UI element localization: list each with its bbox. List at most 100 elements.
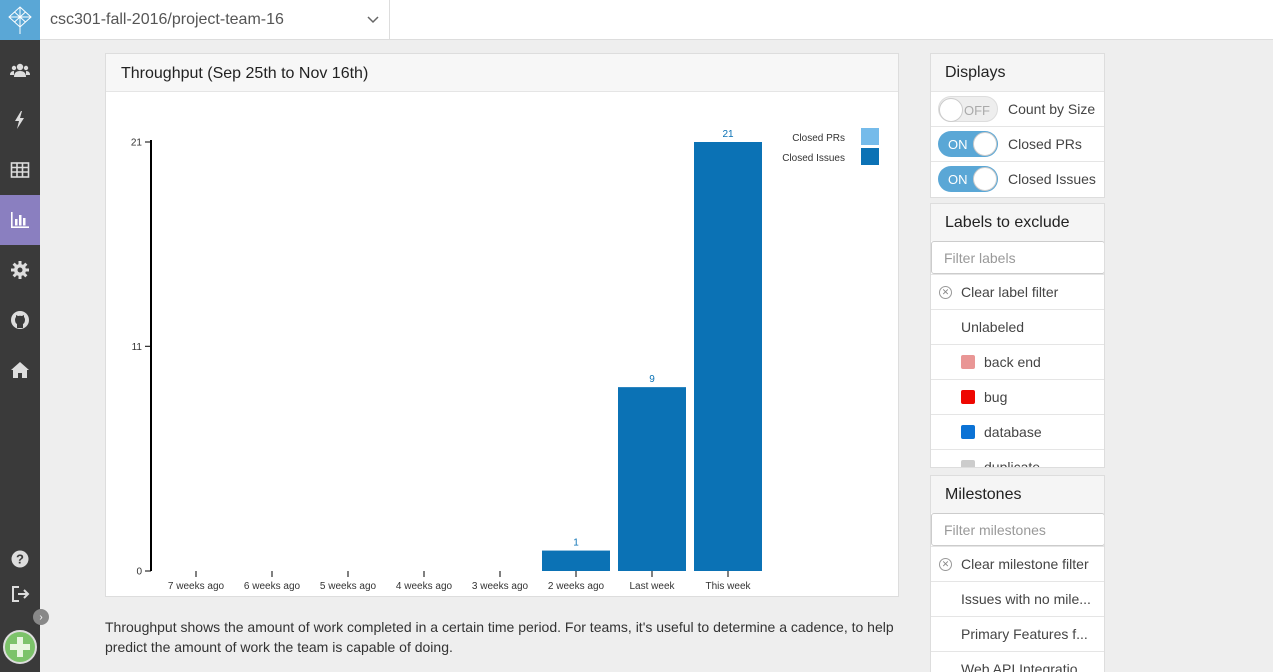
- nav-activity[interactable]: [0, 95, 40, 145]
- help-icon: ?: [11, 550, 29, 568]
- toggle-knob: [973, 132, 997, 156]
- filter-milestones-input[interactable]: [931, 513, 1104, 546]
- y-tick-label: 21: [131, 138, 143, 149]
- bar-closed-issues: [618, 387, 686, 571]
- toggle-knob: [939, 98, 963, 122]
- y-tick-label: 11: [132, 342, 143, 353]
- x-tick-label: 4 weeks ago: [396, 581, 453, 592]
- clear-milestone-text: Clear milestone filter: [961, 556, 1089, 572]
- clear-icon: ✕: [939, 557, 952, 571]
- label-item-bug[interactable]: bug: [931, 379, 1104, 414]
- nav-table[interactable]: [0, 145, 40, 195]
- nav-reports[interactable]: [0, 195, 40, 245]
- milestone-name: Issues with no mile...: [961, 591, 1091, 607]
- toggle-row-count-by-size: OFF Count by Size: [931, 91, 1104, 126]
- label-item-back-end[interactable]: back end: [931, 344, 1104, 379]
- milestone-item[interactable]: Primary Features f...: [931, 616, 1104, 651]
- closed-prs-toggle[interactable]: ON: [938, 131, 998, 157]
- legend-swatch: [861, 148, 879, 165]
- repo-select[interactable]: csc301-fall-2016/project-team-16: [40, 0, 390, 40]
- bar-closed-issues: [694, 142, 762, 571]
- nav-team[interactable]: [0, 45, 40, 95]
- label-swatch: [961, 390, 975, 404]
- toggle-knob: [973, 167, 997, 191]
- topbar: csc301-fall-2016/project-team-16: [40, 0, 1273, 40]
- milestone-name: Web API Integratio...: [961, 661, 1090, 672]
- toggle-label: Count by Size: [1008, 101, 1096, 117]
- logo-icon: [8, 6, 32, 34]
- toggle-state: OFF: [964, 103, 990, 118]
- chevron-right-icon: ›: [39, 611, 43, 623]
- bar-value-label: 1: [573, 538, 579, 549]
- sidebar-collapse-button[interactable]: ›: [33, 609, 49, 625]
- throughput-chart: 0 11 21 7 weeks ago 6 weeks ago 5 weeks ago 4 …: [131, 128, 879, 592]
- milestones-panel: Milestones ✕ Clear milestone filter Issu…: [930, 475, 1105, 672]
- bar-closed-issues: [542, 550, 610, 571]
- labels-title: Labels to exclude: [931, 204, 1104, 241]
- clear-label-text: Clear label filter: [961, 284, 1059, 300]
- x-tick-label: This week: [705, 581, 751, 592]
- clear-icon: ✕: [939, 285, 952, 299]
- app-logo[interactable]: [0, 0, 40, 40]
- table-icon: [10, 162, 30, 178]
- milestone-item[interactable]: Issues with no mile...: [931, 581, 1104, 616]
- displays-title: Displays: [931, 54, 1104, 91]
- svg-text:?: ?: [16, 552, 24, 567]
- label-item-duplicate[interactable]: duplicate: [931, 449, 1104, 468]
- repo-name: csc301-fall-2016/project-team-16: [50, 11, 284, 28]
- avatar[interactable]: [3, 630, 37, 664]
- label-name: database: [984, 424, 1042, 440]
- home-icon: [11, 362, 29, 378]
- label-name: duplicate: [984, 459, 1041, 468]
- label-swatch: [961, 425, 975, 439]
- bar-value-label: 9: [649, 374, 655, 385]
- milestone-name: Primary Features f...: [961, 626, 1088, 642]
- count-by-size-toggle[interactable]: OFF: [938, 96, 998, 122]
- x-tick-label: 3 weeks ago: [472, 581, 529, 592]
- legend-label: Closed PRs: [792, 133, 845, 144]
- throughput-panel: Throughput (Sep 25th to Nov 16th) 0 11 21 7…: [105, 53, 899, 597]
- sidebar: ? ›: [0, 0, 49, 672]
- legend-swatch: [861, 128, 879, 145]
- github-icon: [11, 311, 29, 329]
- chart-description: Throughput shows the amount of work comp…: [105, 619, 894, 655]
- toggle-label: Closed PRs: [1008, 136, 1082, 152]
- clear-milestone-filter[interactable]: ✕ Clear milestone filter: [931, 546, 1104, 581]
- x-tick-label: 2 weeks ago: [548, 581, 605, 592]
- bar-value-label: 21: [722, 129, 734, 140]
- closed-issues-toggle[interactable]: ON: [938, 166, 998, 192]
- clear-label-filter[interactable]: ✕ Clear label filter: [931, 274, 1104, 309]
- lightning-icon: [15, 111, 24, 129]
- toggle-label: Closed Issues: [1008, 171, 1096, 187]
- x-tick-label: Last week: [629, 581, 675, 592]
- y-tick-label: 0: [136, 567, 142, 578]
- x-tick-label: 7 weeks ago: [168, 581, 225, 592]
- panel-title: Throughput (Sep 25th to Nov 16th): [106, 54, 898, 92]
- displays-panel: Displays OFF Count by Size ON Closed PRs…: [930, 53, 1105, 198]
- label-item-database[interactable]: database: [931, 414, 1104, 449]
- label-name: Unlabeled: [961, 319, 1025, 335]
- toggle-row-closed-prs: ON Closed PRs: [931, 126, 1104, 161]
- x-tick-label: 6 weeks ago: [244, 581, 301, 592]
- nav-settings[interactable]: [0, 245, 40, 295]
- legend-label: Closed Issues: [782, 153, 845, 164]
- nav-github[interactable]: [0, 295, 40, 345]
- gear-icon: [11, 261, 29, 279]
- toggle-state: ON: [948, 137, 968, 152]
- nav-home[interactable]: [0, 345, 40, 395]
- signout-icon: [12, 586, 30, 602]
- label-name: bug: [984, 389, 1008, 405]
- avatar-icon: [10, 637, 30, 657]
- chevron-down-icon: [367, 16, 379, 24]
- milestones-title: Milestones: [931, 476, 1104, 513]
- milestone-item[interactable]: Web API Integratio...: [931, 651, 1104, 672]
- label-item-unlabeled[interactable]: Unlabeled: [931, 309, 1104, 344]
- bar-chart-icon: [11, 212, 29, 228]
- label-swatch: [961, 355, 975, 369]
- label-name: back end: [984, 354, 1041, 370]
- team-icon: [10, 63, 30, 77]
- x-tick-label: 5 weeks ago: [320, 581, 377, 592]
- filter-labels-input[interactable]: [931, 241, 1104, 274]
- toggle-row-closed-issues: ON Closed Issues: [931, 161, 1104, 196]
- label-swatch: [961, 460, 975, 467]
